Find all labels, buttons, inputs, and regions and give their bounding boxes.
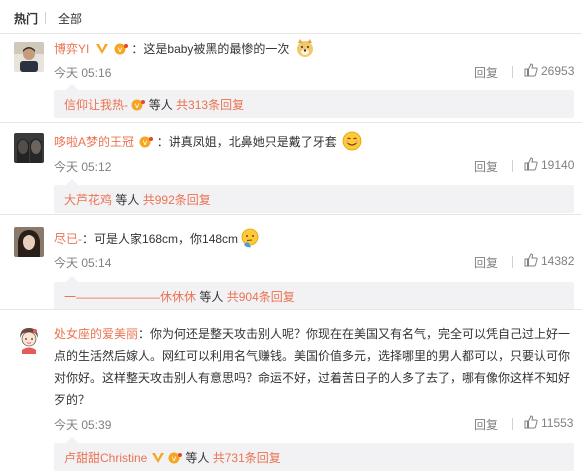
comment-item: 尽已-：可是人家168cm，你148cm 今天 05:14 回复 14382 一… [0,215,582,310]
svg-text:v: v [143,138,148,147]
comment-tabs: 热门 全部 [0,0,582,34]
reply-button[interactable]: 回复 [474,416,498,433]
tab-divider [45,12,46,24]
sub-reply-count-link[interactable]: 共313条回复 [176,98,244,112]
sub-replies-box: 信仰让我热- v 等人 共313条回复 [54,84,574,118]
avatar[interactable] [14,133,44,163]
sub-replies-summary: 一———————休休休 等人 共904条回复 [64,288,295,305]
comment-separator: ： [131,42,144,56]
sub-replies-box: 大芦花鸡 等人 共992条回复 [54,179,574,213]
avatar[interactable] [14,324,44,354]
sub-replies-box: 一———————休休休 等人 共904条回复 [54,276,574,310]
thumbs-up-icon [524,415,538,429]
sub-reply-user[interactable]: 信仰让我热- [64,98,128,112]
comment-separator: ： [156,135,169,149]
comment-separator: ： [138,327,151,341]
sub-replies-summary: 信仰让我热- v 等人 共313条回复 [64,96,244,113]
meta-divider [512,66,513,78]
verified-v-icon [151,452,165,464]
like-count: 11553 [541,416,574,430]
sub-box-arrow [66,179,78,185]
comment-text-line-2: 点的生活然后嫁人。网红可以利用名气赚钱。美国价值多元，选择哪里的男人都可以，只要… [54,349,571,363]
sub-replies-summary: 大芦花鸡 等人 共992条回复 [64,191,211,208]
sub-reply-user[interactable]: 卢甜甜Christine [64,451,147,465]
like-count: 19140 [541,158,575,172]
meta-divider [512,256,513,268]
sub-reply-count-link[interactable]: 共992条回复 [143,193,211,207]
doge-emoji-icon [295,38,315,58]
comment-text-continuation: 点的生活然后嫁人。网红可以利用名气赚钱。美国价值多元，选择哪里的男人都可以，只要… [54,345,574,411]
comment-text-line: 处女座的爱美丽：你为何还是整天攻击别人呢？你现在在美国又有名气，完全可以凭自己过… [54,323,570,345]
tab-all[interactable]: 全部 [58,10,82,27]
sub-reply-user[interactable]: 一———————休休休 [64,290,196,304]
member-badge-icon: v [139,133,154,148]
thumbs-up-icon [524,157,538,171]
member-badge-icon: v [131,99,146,111]
smile-emoji-icon [342,131,362,151]
comment-time: 今天 05:16 [54,66,112,80]
comment-username[interactable]: 哆啦A梦的王冠 [54,135,134,149]
sub-reply-count-link[interactable]: 共731条回复 [213,451,281,465]
thumbs-up-icon [524,253,538,267]
comment-item: 哆啦A梦的王冠 v ：讲真凤姐，北鼻她只是戴了牙套 今天 05:12 回复 19… [0,123,582,215]
avatar[interactable] [14,227,44,257]
comment-time: 今天 05:12 [54,160,112,174]
member-badge-icon: v [114,40,129,55]
comment-text-line-3: 对你好。这样整天攻击别人有意思吗？命运不好，过着苦日子的人多了去了，哪有像你这样… [54,371,571,385]
sub-replies-box: 卢甜甜Christine v 等人 共731条回复 [54,437,574,471]
comment-username[interactable]: 处女座的爱美丽 [54,327,138,341]
comment-meta: 今天 05:12 回复 19140 [54,157,575,175]
comment-meta: 今天 05:16 回复 26953 [54,63,575,81]
comment-text: 可是人家168cm，你148cm [94,232,239,246]
tab-hot[interactable]: 热门 [14,10,38,27]
thinking-emoji-icon [240,228,260,248]
meta-divider [512,160,513,172]
sub-reply-mid: 等人 [185,451,210,465]
comment-item: 处女座的爱美丽：你为何还是整天攻击别人呢？你现在在美国又有名气，完全可以凭自己过… [0,310,582,473]
comment-username[interactable]: 尽已- [54,232,82,246]
sub-reply-count-link[interactable]: 共904条回复 [227,290,295,304]
like-count: 26953 [541,64,575,78]
verified-v-icon [95,40,109,54]
comment-text-line-1: 你为何还是整天攻击别人呢？你现在在美国又有名气，完全可以凭自己过上好一 [150,327,571,341]
svg-text:v: v [135,101,140,110]
comment-time: 今天 05:39 [54,418,112,432]
reply-button[interactable]: 回复 [474,64,498,81]
sub-box-arrow [66,84,78,90]
svg-text:v: v [172,454,177,463]
comment-text: 讲真凤姐，北鼻她只是戴了牙套 [168,135,337,149]
comment-username[interactable]: 博弈YI [54,42,89,56]
comment-separator: ： [82,232,95,246]
sub-reply-mid: 等人 [148,98,173,112]
reply-button[interactable]: 回复 [474,158,498,175]
comment-text-line-4: 歹的？ [54,393,91,407]
comment-time: 今天 05:14 [54,256,112,270]
comment-text-line: 尽已-：可是人家168cm，你148cm [54,228,260,250]
sub-replies-summary: 卢甜甜Christine v 等人 共731条回复 [64,449,281,466]
sub-reply-mid: 等人 [199,290,224,304]
sub-reply-mid: 等人 [115,193,140,207]
avatar[interactable] [14,42,44,72]
reply-button[interactable]: 回复 [474,254,498,271]
comment-text-line: 博弈YI v ：这是baby被黑的最惨的一次 [54,38,315,60]
svg-text:v: v [118,45,123,54]
like-count: 14382 [541,254,575,268]
comment-text-line: 哆啦A梦的王冠 v ：讲真凤姐，北鼻她只是戴了牙套 [54,131,362,153]
thumbs-up-icon [524,63,538,77]
comment-meta: 今天 05:39 回复 11553 [54,415,574,433]
comment-item: 博弈YI v ：这是baby被黑的最惨的一次 今天 05:16 回复 26953… [0,34,582,124]
comment-text: 这是baby被黑的最惨的一次 [143,42,290,56]
meta-divider [512,418,513,430]
sub-box-arrow [66,276,78,282]
member-badge-icon: v [168,452,183,464]
comment-meta: 今天 05:14 回复 14382 [54,253,575,271]
sub-reply-user[interactable]: 大芦花鸡 [64,193,112,207]
sub-box-arrow [66,437,78,443]
